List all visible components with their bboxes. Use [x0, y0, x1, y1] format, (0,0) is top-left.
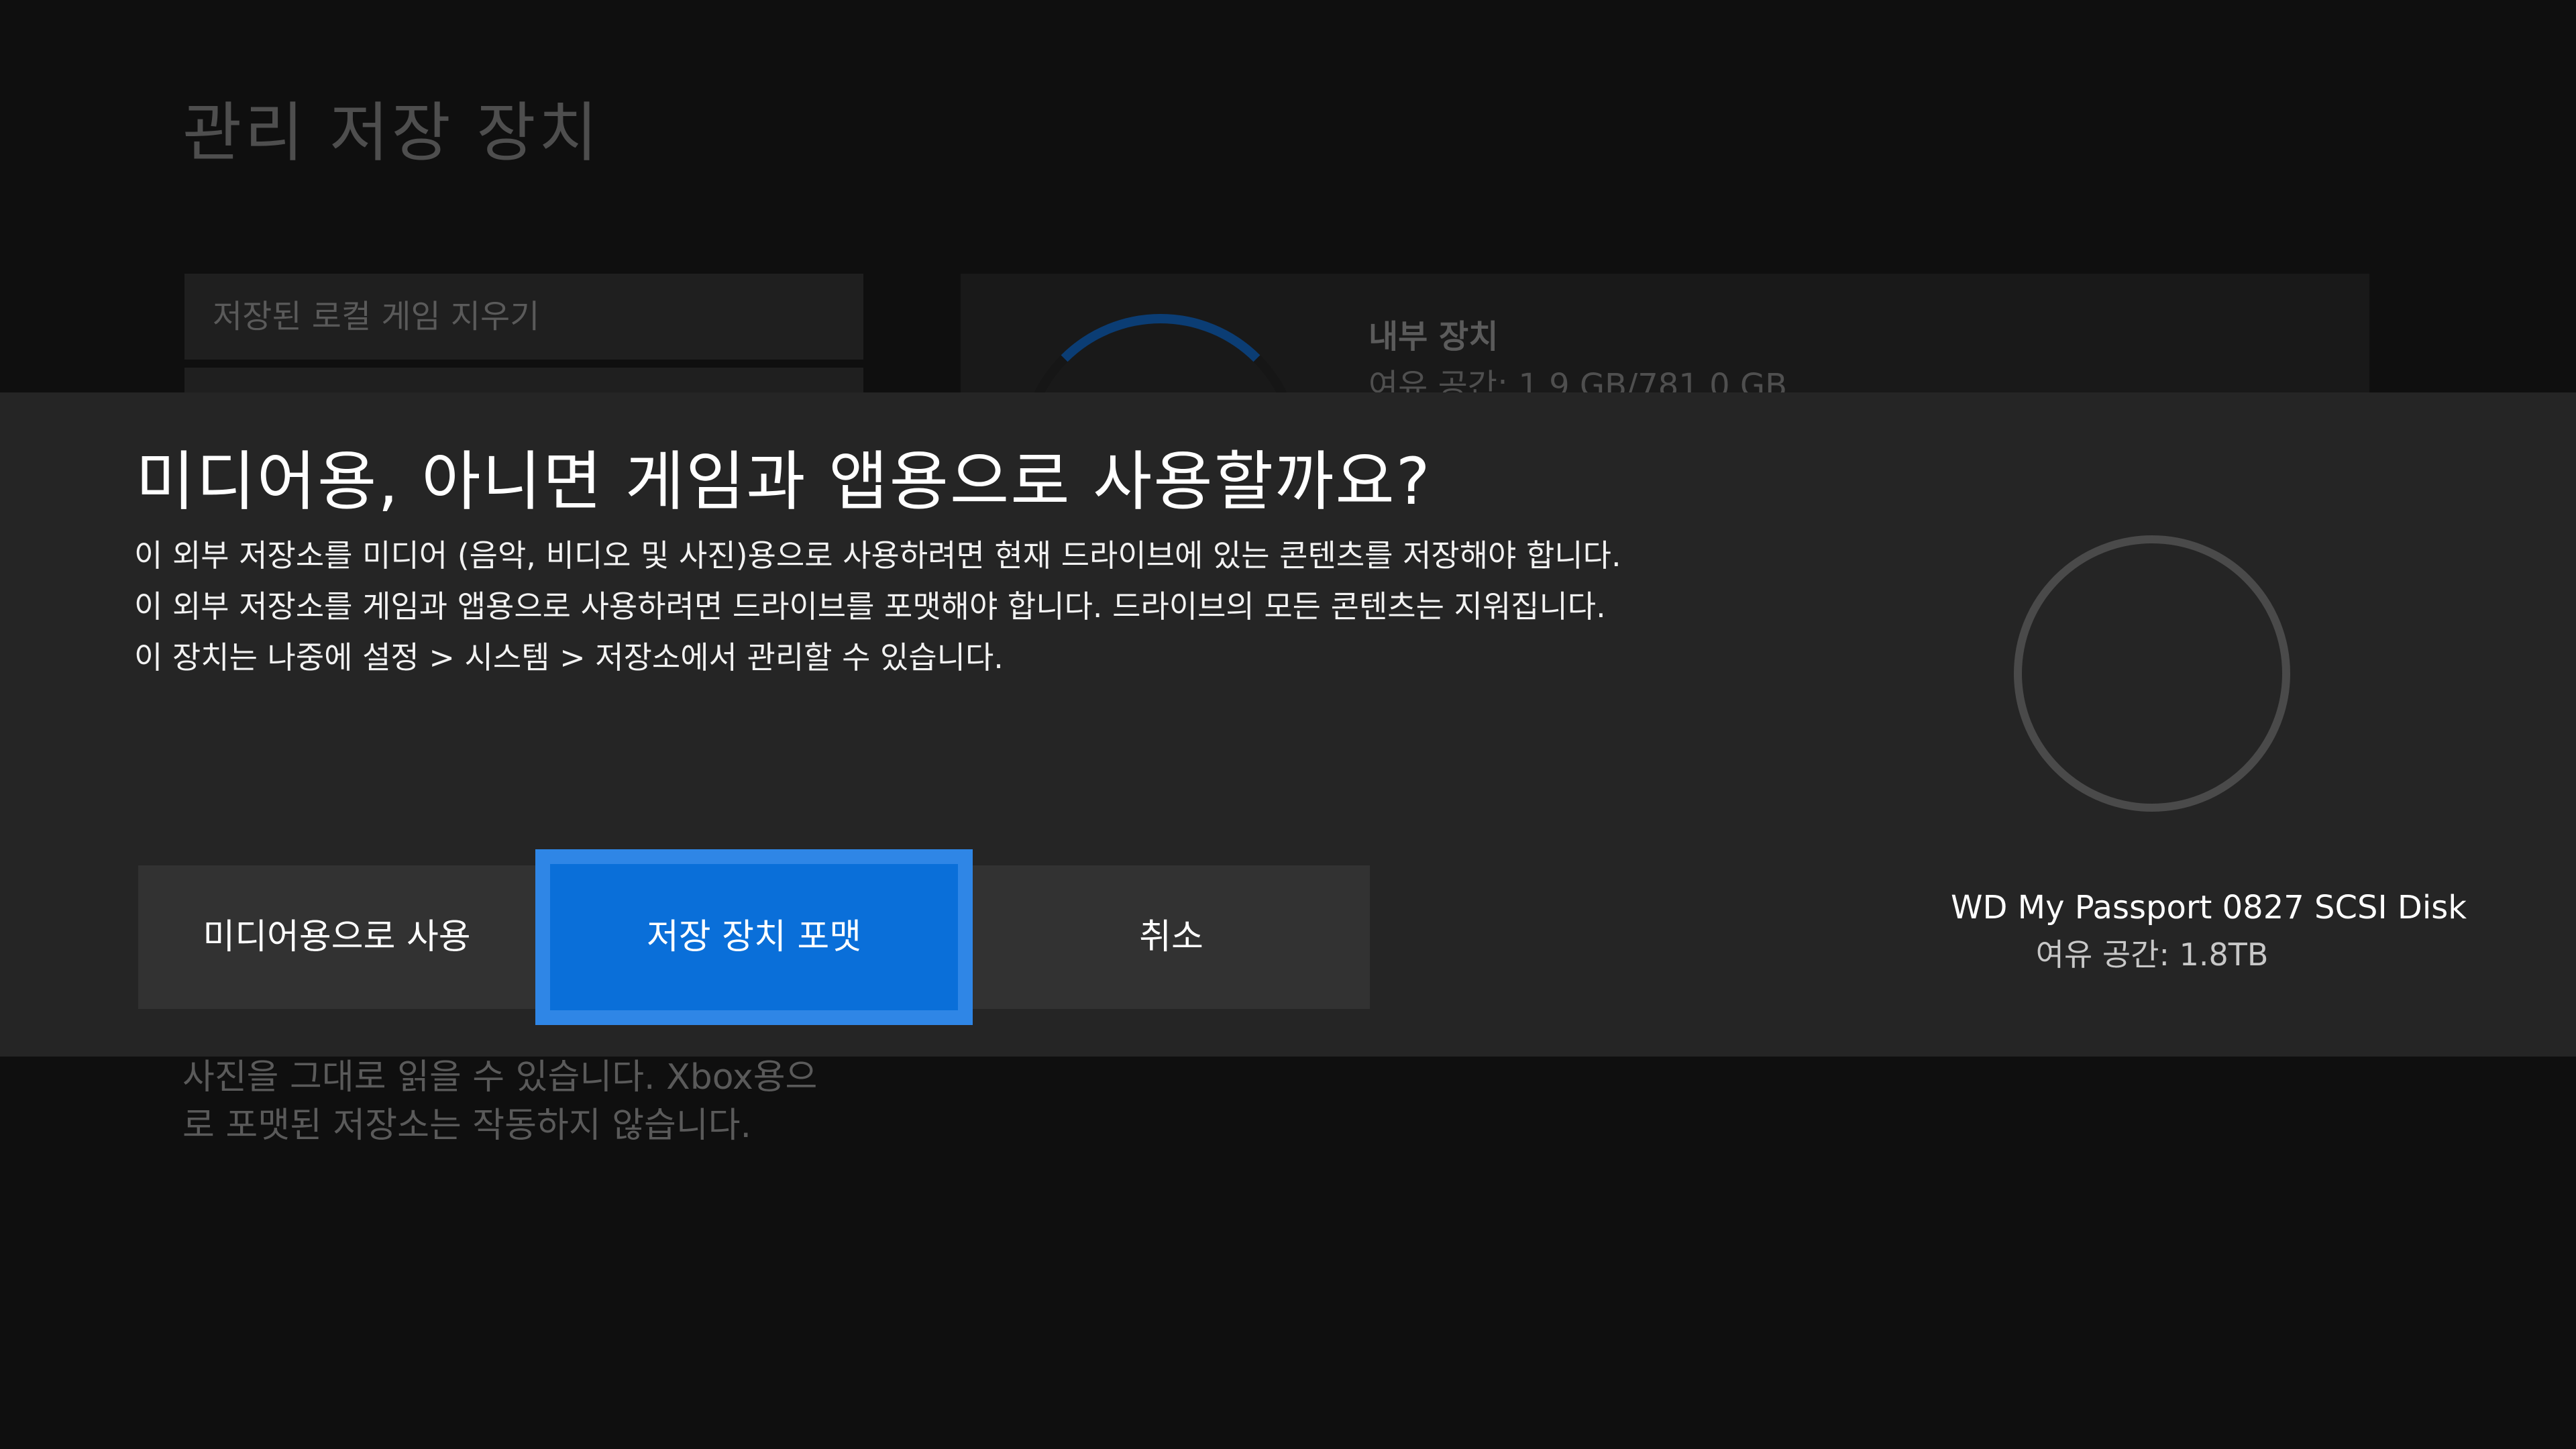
- format-storage-button[interactable]: 저장 장치 포맷: [535, 849, 973, 1025]
- dialog-body-line: 이 외부 저장소를 미디어 (음악, 비디오 및 사진)용으로 사용하려면 현재…: [134, 537, 1621, 574]
- storage-management-page: 관리 저장 장치 저장된 로컬 게임 지우기 내부 장치 여유 공간: 1.9 …: [0, 0, 2576, 1449]
- help-text-line: 사진을 그대로 읽을 수 있습니다. Xbox용으: [182, 1057, 818, 1097]
- dialog-body: 이 외부 저장소를 미디어 (음악, 비디오 및 사진)용으로 사용하려면 현재…: [134, 530, 1621, 683]
- format-storage-dialog: 미디어용, 아니면 게임과 앱용으로 사용할까요? 이 외부 저장소를 미디어 …: [0, 392, 2576, 1057]
- dialog-button-bar: 미디어용으로 사용 저장 장치 포맷 취소: [138, 849, 1370, 1025]
- menu-item[interactable]: [184, 368, 863, 394]
- use-for-media-button[interactable]: 미디어용으로 사용: [138, 865, 535, 1009]
- external-device-free-space: 여유 공간: 1.8TB: [2035, 936, 2269, 973]
- dialog-body-line: 이 장치는 나중에 설정 > 시스템 > 저장소에서 관리할 수 있습니다.: [134, 639, 1004, 676]
- help-text-line: 로 포맷된 저장소는 작동하지 않습니다.: [182, 1106, 752, 1146]
- external-device-name: WD My Passport 0827 SCSI Disk: [1951, 889, 2467, 926]
- delete-local-saved-games-item[interactable]: 저장된 로컬 게임 지우기: [184, 274, 863, 360]
- external-storage-ring-icon: [2014, 535, 2290, 812]
- help-text: 사진을 그대로 읽을 수 있습니다. Xbox용으 로 포맷된 저장소는 작동하…: [182, 1053, 920, 1150]
- dialog-body-line: 이 외부 저장소를 게임과 앱용으로 사용하려면 드라이브를 포맷해야 합니다.…: [134, 588, 1606, 625]
- dialog-title: 미디어용, 아니면 게임과 앱용으로 사용할까요?: [136, 444, 1432, 519]
- internal-storage-name: 내부 장치: [1368, 318, 1499, 356]
- page-title: 관리 저장 장치: [182, 95, 600, 170]
- cancel-button[interactable]: 취소: [973, 865, 1370, 1009]
